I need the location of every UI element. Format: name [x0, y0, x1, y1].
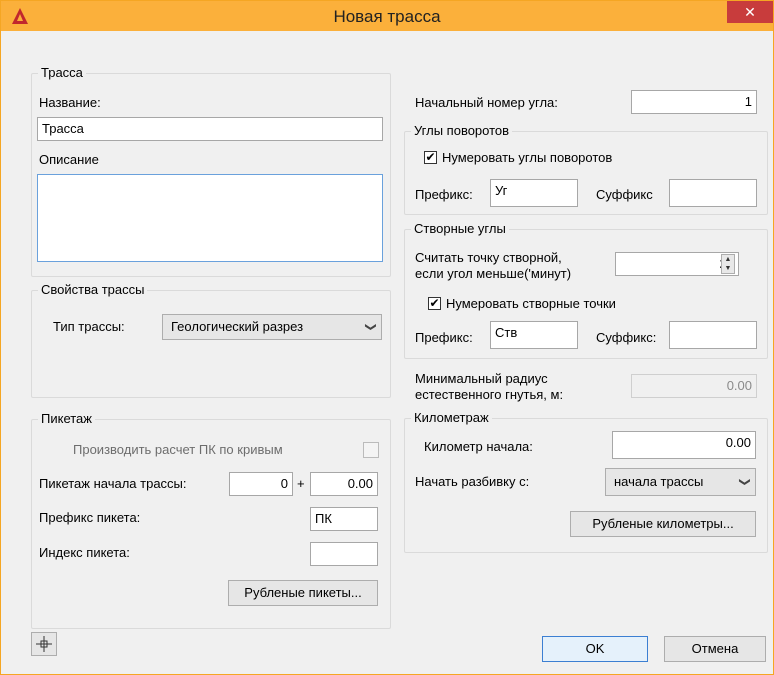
- cancel-button[interactable]: Отмена: [664, 636, 766, 662]
- group-title-properties: Свойства трассы: [38, 282, 148, 298]
- dialog-window: Новая трасса ✕ Трасса Название: Трасса О…: [0, 0, 774, 675]
- km-begin-select[interactable]: начала трассы ❯: [605, 468, 756, 496]
- turn-suffix-label: Суффикс: [596, 187, 653, 202]
- align-prefix-input[interactable]: Ств: [490, 321, 578, 349]
- turn-suffix-input[interactable]: [669, 179, 757, 207]
- group-title-trassa: Трасса: [38, 65, 86, 81]
- group-title-piketazh: Пикетаж: [38, 411, 95, 427]
- align-suffix-label: Суффикс:: [596, 330, 657, 345]
- ok-button[interactable]: OK: [542, 636, 648, 662]
- radius-input[interactable]: 0.00: [631, 374, 757, 398]
- turn-numbering-checkbox[interactable]: ✔: [424, 151, 437, 164]
- chopped-pikets-button[interactable]: Рубленые пикеты...: [228, 580, 378, 606]
- group-title-turn-angles: Углы поворотов: [411, 123, 513, 139]
- group-title-align-angles: Створные углы: [411, 221, 509, 237]
- start-angle-label: Начальный номер угла:: [415, 95, 558, 110]
- type-select-value: Геологический разрез: [171, 319, 304, 334]
- curve-calc-label: Производить расчет ПК по кривым: [73, 442, 283, 457]
- align-threshold-spinner[interactable]: ▲ ▼: [721, 254, 735, 274]
- type-select[interactable]: Геологический разрез ❯: [162, 314, 382, 340]
- piket-index-label: Индекс пикета:: [39, 545, 130, 560]
- turn-prefix-label: Префикс:: [415, 187, 473, 202]
- km-begin-select-value: начала трассы: [614, 474, 704, 489]
- km-start-input[interactable]: 0.00: [612, 431, 756, 459]
- group-properties: Свойства трассы: [31, 282, 391, 398]
- start-angle-input[interactable]: 1: [631, 90, 757, 114]
- chopped-km-button[interactable]: Рубленые километры...: [570, 511, 756, 537]
- window-title: Новая трасса: [333, 7, 441, 26]
- name-label: Название:: [39, 95, 101, 110]
- title-bar[interactable]: Новая трасса ✕: [1, 1, 773, 31]
- spin-up-icon[interactable]: ▲: [722, 255, 734, 264]
- radius-label-1: Минимальный радиус: [415, 371, 548, 386]
- turn-prefix-input[interactable]: Уг: [490, 179, 578, 207]
- align-prefix-label: Префикс:: [415, 330, 473, 345]
- pick-point-icon: [36, 636, 52, 652]
- chevron-down-icon: ❯: [738, 477, 751, 487]
- piket-index-input[interactable]: [310, 542, 378, 566]
- piket-start-label: Пикетаж начала трассы:: [39, 476, 187, 491]
- pick-point-button[interactable]: [31, 632, 57, 656]
- spin-down-icon[interactable]: ▼: [722, 264, 734, 273]
- align-suffix-input[interactable]: [669, 321, 757, 349]
- radius-label-2: естественного гнутья, м:: [415, 387, 564, 402]
- km-begin-label: Начать разбивку с:: [415, 474, 530, 489]
- km-start-label: Километр начала:: [424, 439, 533, 454]
- align-numbering-label: Нумеровать створные точки: [446, 296, 616, 311]
- chevron-down-icon: ❯: [364, 322, 377, 332]
- plus-sign: +: [297, 476, 305, 491]
- align-threshold-label-1: Считать точку створной,: [415, 250, 562, 265]
- type-label: Тип трассы:: [53, 319, 125, 334]
- description-label: Описание: [39, 152, 99, 167]
- piket-prefix-input[interactable]: ПК: [310, 507, 378, 531]
- close-button[interactable]: ✕: [727, 1, 773, 23]
- group-title-kilometrazh: Километраж: [411, 410, 492, 426]
- align-threshold-label-2: если угол меньше('минут): [415, 266, 572, 281]
- align-numbering-checkbox[interactable]: ✔: [428, 297, 441, 310]
- piket-prefix-label: Префикс пикета:: [39, 510, 141, 525]
- name-input[interactable]: Трасса: [37, 117, 383, 141]
- piket-start-input[interactable]: 0: [229, 472, 293, 496]
- turn-numbering-label: Нумеровать углы поворотов: [442, 150, 613, 165]
- piket-offset-input[interactable]: 0.00: [310, 472, 378, 496]
- curve-calc-checkbox[interactable]: [363, 442, 379, 458]
- description-textarea[interactable]: [37, 174, 383, 262]
